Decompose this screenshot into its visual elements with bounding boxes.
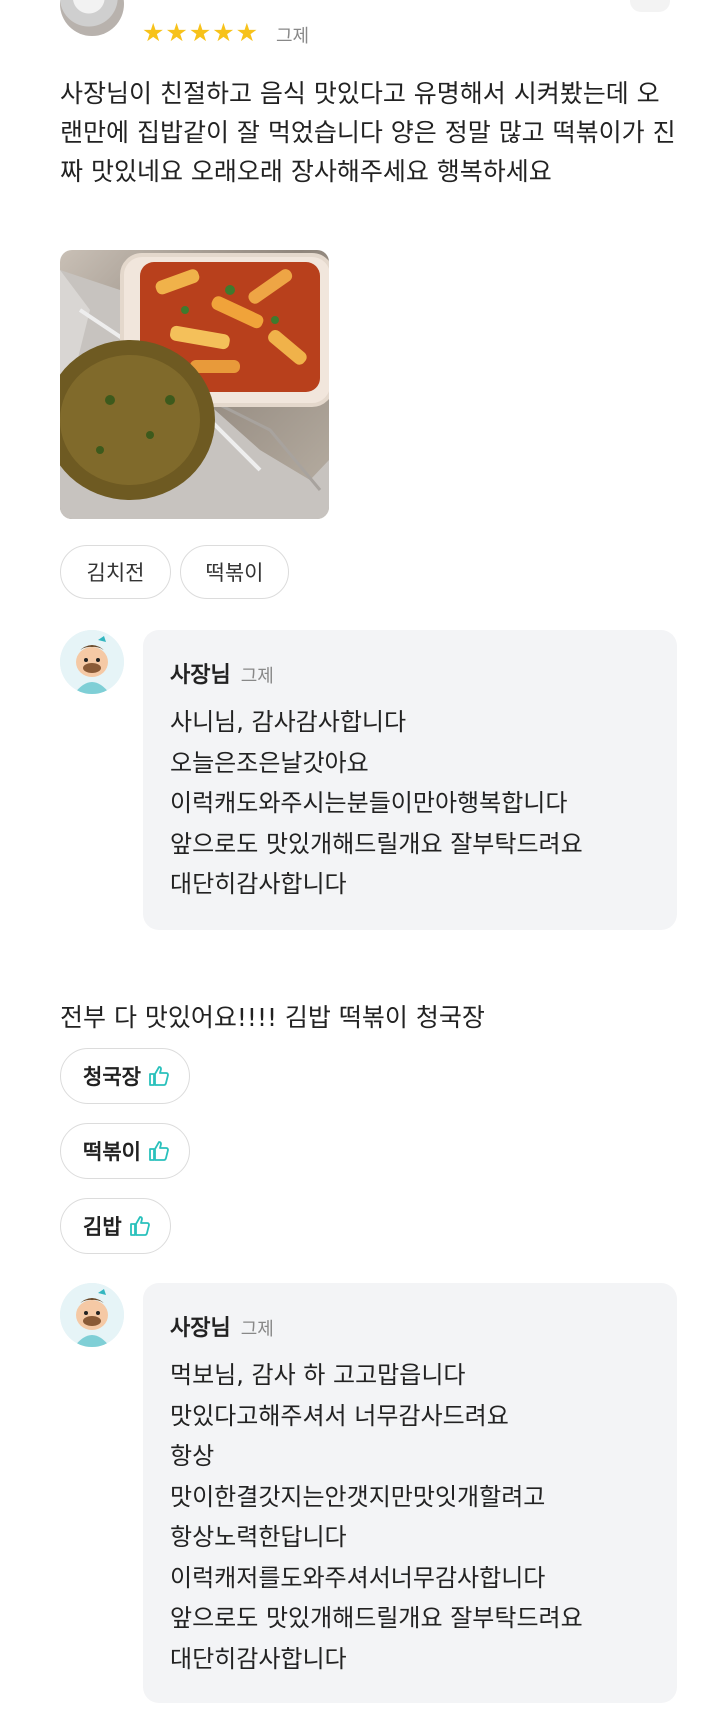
menu-tag-tteokbokki[interactable]: 떡볶이 (180, 545, 289, 599)
owner-avatar (60, 1283, 124, 1347)
liked-menu-tag-cheonggukjang[interactable]: 청국장 (60, 1048, 190, 1104)
rating-stars: ★★★★★ (142, 18, 260, 47)
review-photo[interactable] (60, 250, 329, 519)
more-options-button[interactable] (630, 0, 670, 12)
owner-reply-text: 사니님, 감사감사합니다 오늘은조은날갓아요 이럭캐도와주시는분들이만아행복합니… (170, 708, 583, 898)
reply-date: 그제 (240, 666, 274, 687)
owner-reply-text: 먹보님, 감사 하 고고맙읍니다 맛있다고해주셔서 너무감사드려요 항상 맛이한… (170, 1361, 583, 1673)
owner-name: 사장님 (170, 1316, 231, 1341)
thumbs-up-icon (149, 1066, 169, 1086)
liked-menu-tag-gimbap[interactable]: 김밥 (60, 1198, 171, 1254)
owner-avatar-icon (60, 1283, 124, 1347)
liked-menu-tag-tteokbokki[interactable]: 떡볶이 (60, 1123, 190, 1179)
owner-avatar (60, 630, 124, 694)
owner-reply-bubble: 사장님 그제 사니님, 감사감사합니다 오늘은조은날갓아요 이럭캐도와주시는분들… (143, 630, 677, 930)
food-photo-image (60, 253, 329, 519)
owner-name: 사장님 (170, 663, 231, 688)
reply-date: 그제 (240, 1319, 274, 1340)
thumbs-up-icon (149, 1141, 169, 1161)
owner-avatar-icon (60, 630, 124, 694)
review-text: 전부 다 맛있어요!!!! 김밥 떡볶이 청국장 (60, 1003, 485, 1032)
reviewer-avatar[interactable] (60, 0, 124, 36)
menu-tag-kimchijeon[interactable]: 김치전 (60, 545, 171, 599)
owner-reply-bubble: 사장님 그제 먹보님, 감사 하 고고맙읍니다 맛있다고해주셔서 너무감사드려요… (143, 1283, 677, 1703)
review-date: 그제 (276, 26, 310, 47)
review-text: 사장님이 친절하고 음식 맛있다고 유명해서 시켜봤는데 오랜만에 집밥같이 잘… (60, 79, 676, 186)
thumbs-up-icon (129, 1216, 150, 1236)
